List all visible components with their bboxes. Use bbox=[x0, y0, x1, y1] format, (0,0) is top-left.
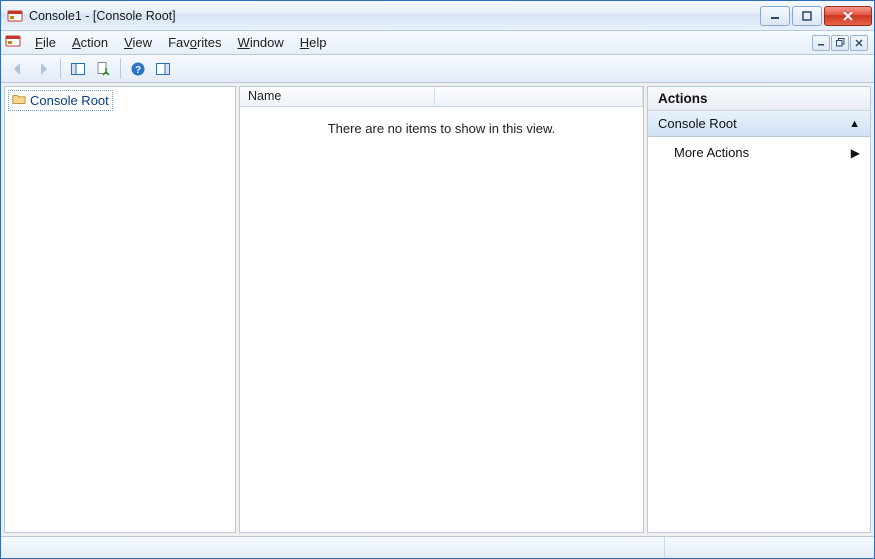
menu-action[interactable]: Action bbox=[64, 33, 116, 52]
menubar: File Action View Favorites Window Help bbox=[1, 31, 874, 55]
column-header-spacer bbox=[435, 87, 643, 106]
empty-list-message: There are no items to show in this view. bbox=[328, 121, 556, 532]
toolbar: ? bbox=[1, 55, 874, 83]
list-body: There are no items to show in this view. bbox=[240, 107, 643, 532]
menu-view[interactable]: View bbox=[116, 33, 160, 52]
mdi-minimize-button[interactable] bbox=[812, 35, 830, 51]
maximize-button[interactable] bbox=[792, 6, 822, 26]
tree-item-console-root[interactable]: Console Root bbox=[8, 90, 113, 111]
folder-icon bbox=[12, 92, 26, 109]
menu-help[interactable]: Help bbox=[292, 33, 335, 52]
content-area: Console Root Name There are no items to … bbox=[1, 83, 874, 536]
actions-item-more-actions[interactable]: More Actions ▶ bbox=[648, 137, 870, 169]
actions-pane: Actions Console Root ▲ More Actions ▶ bbox=[647, 86, 871, 533]
list-header: Name bbox=[240, 87, 643, 107]
column-header-name[interactable]: Name bbox=[240, 87, 435, 106]
results-pane: Name There are no items to show in this … bbox=[239, 86, 644, 533]
submenu-arrow-icon: ▶ bbox=[851, 146, 860, 160]
status-cell bbox=[664, 537, 874, 558]
show-hide-action-pane-button[interactable] bbox=[152, 58, 174, 80]
mmc-doc-icon bbox=[5, 33, 21, 52]
mmc-app-icon bbox=[7, 8, 23, 24]
tree-item-label: Console Root bbox=[30, 93, 109, 108]
console-tree-pane: Console Root bbox=[4, 86, 236, 533]
close-button[interactable] bbox=[824, 6, 872, 26]
actions-section-console-root[interactable]: Console Root ▲ bbox=[648, 111, 870, 137]
menu-window[interactable]: Window bbox=[230, 33, 292, 52]
help-button[interactable]: ? bbox=[127, 58, 149, 80]
statusbar bbox=[1, 536, 874, 558]
toolbar-separator bbox=[60, 59, 61, 79]
collapse-icon: ▲ bbox=[849, 118, 860, 130]
mdi-restore-button[interactable] bbox=[831, 35, 849, 51]
actions-section-label: Console Root bbox=[658, 116, 737, 131]
forward-button[interactable] bbox=[32, 58, 54, 80]
back-button[interactable] bbox=[7, 58, 29, 80]
mdi-close-button[interactable] bbox=[850, 35, 868, 51]
app-window: Console1 - [Console Root] File Action Vi… bbox=[0, 0, 875, 559]
titlebar: Console1 - [Console Root] bbox=[1, 1, 874, 31]
show-hide-tree-button[interactable] bbox=[67, 58, 89, 80]
svg-text:?: ? bbox=[135, 65, 141, 76]
menu-favorites[interactable]: Favorites bbox=[160, 33, 229, 52]
toolbar-separator bbox=[120, 59, 121, 79]
menu-file[interactable]: File bbox=[27, 33, 64, 52]
window-title: Console1 - [Console Root] bbox=[29, 9, 176, 23]
export-list-button[interactable] bbox=[92, 58, 114, 80]
minimize-button[interactable] bbox=[760, 6, 790, 26]
actions-item-label: More Actions bbox=[674, 145, 749, 160]
actions-pane-header: Actions bbox=[648, 87, 870, 111]
status-cell bbox=[1, 537, 664, 558]
